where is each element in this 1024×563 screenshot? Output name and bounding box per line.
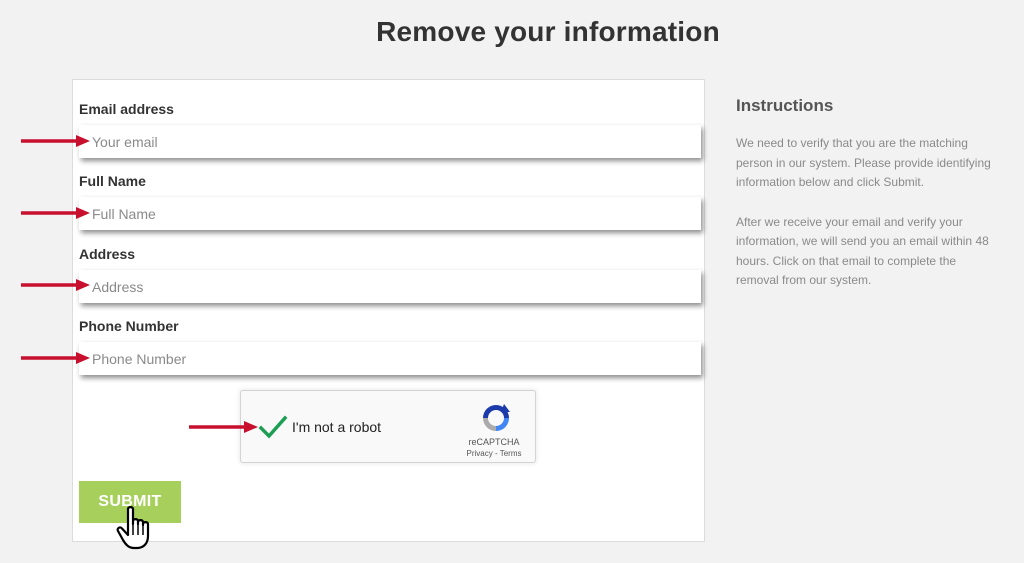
arrow-right-icon [21,352,90,364]
full-name-label: Full Name [79,173,146,189]
instructions-title: Instructions [736,96,834,115]
arrow-right-icon [21,279,90,291]
arrow-right-icon [21,135,90,147]
phone-field[interactable] [79,342,701,375]
email-label: Email address [79,101,174,117]
hand-pointer-icon [116,506,150,550]
checkmark-icon[interactable] [257,411,289,443]
address-label: Address [79,246,136,262]
recaptcha-logo-icon [483,404,510,431]
phone-label: Phone Number [79,318,179,334]
recaptcha-brand: reCAPTCHA [468,437,520,447]
email-field[interactable] [79,125,701,158]
recaptcha-links[interactable]: Privacy - Terms [459,449,529,458]
removal-form: Email address Full Name Address Phone Nu… [72,79,705,542]
address-field[interactable] [79,270,701,303]
instructions-paragraph: We need to verify that you are the match… [736,136,991,189]
instructions-paragraph: After we receive your email and verify y… [736,214,989,288]
instructions-panel: Instructions We need to verify that you … [736,96,998,311]
recaptcha-widget: I'm not a robot reCAPTCHA Privacy - Term… [240,390,536,463]
page-title: Remove your information [376,16,720,47]
full-name-field[interactable] [79,197,701,230]
recaptcha-label: I'm not a robot [292,419,382,435]
arrow-right-icon [189,421,258,433]
arrow-right-icon [21,207,90,219]
